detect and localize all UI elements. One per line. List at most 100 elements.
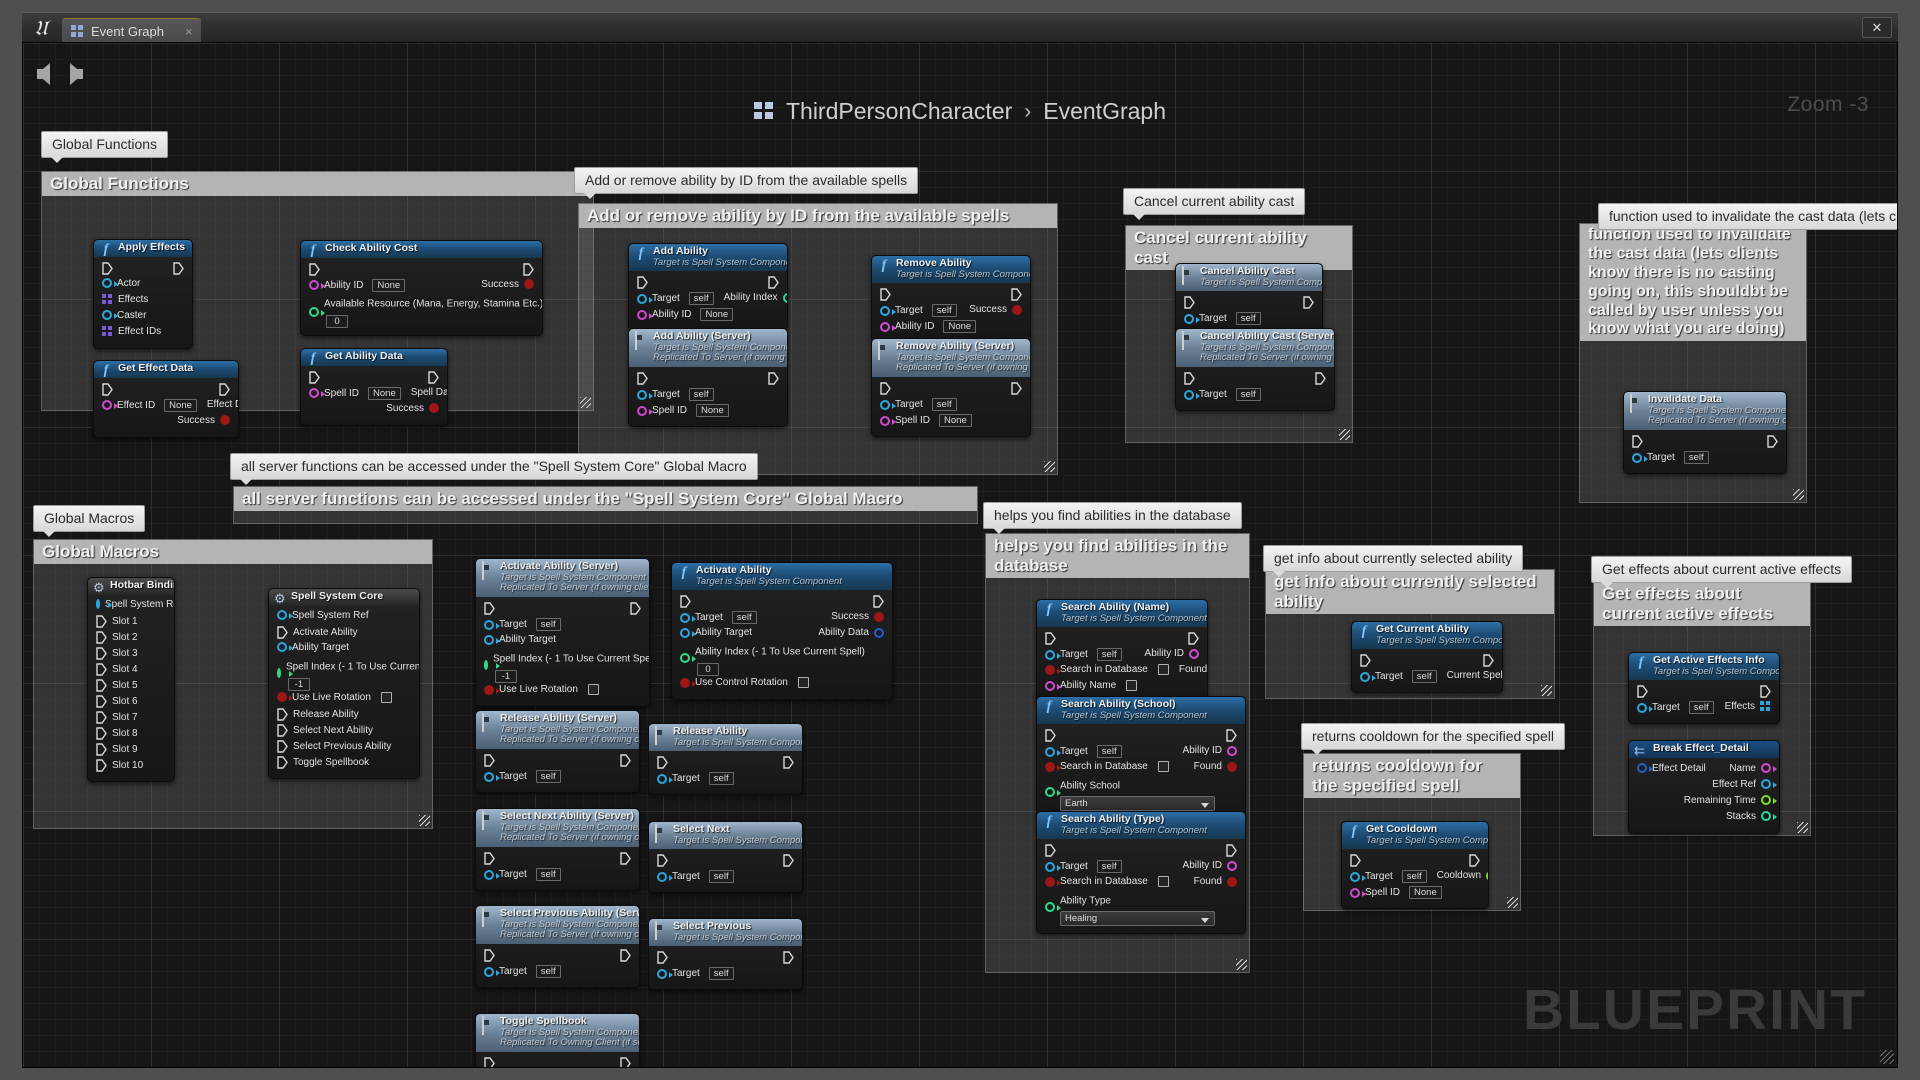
ability-type-pin[interactable] [1045,902,1061,913]
exec-out-pin[interactable] [219,383,230,396]
node-remove-ability[interactable]: f Remove Ability Target is Spell System … [871,255,1031,344]
exec-in-pin[interactable] [1637,685,1648,699]
spell-index-value[interactable]: -1 [288,677,310,691]
caster-pin[interactable] [102,310,118,321]
exec-out-pin[interactable] [1760,685,1771,699]
exec-in-pin[interactable] [102,262,113,275]
effect-ids-array-pin[interactable] [102,325,113,337]
exec-out-pin[interactable] [173,262,184,275]
region-resize-grip[interactable] [1541,685,1552,696]
node-select-next[interactable]: Select Next Target is Spell System Compo… [648,821,803,894]
node-get-current-ability[interactable]: f Get Current Ability Target is Spell Sy… [1351,621,1503,694]
ability-id-value[interactable]: None [372,278,406,292]
target-value[interactable]: self [931,398,957,411]
node-spell-system-core[interactable]: ⚙ Spell System Core Spell System Ref Act… [268,588,420,779]
effect-id-value[interactable]: None [164,398,197,412]
target-pin[interactable] [680,612,696,623]
ability-data-pin[interactable] [874,627,884,638]
search-in-database-checkbox[interactable] [1157,761,1169,773]
exec-in-pin[interactable] [657,756,668,770]
slot-1-exec-pin[interactable] [96,615,107,628]
search-in-database-pin[interactable] [1045,664,1061,675]
exec-out-pin[interactable] [1315,372,1326,385]
spell-id-value[interactable]: None [939,414,972,427]
exec-in-pin[interactable] [102,383,113,396]
ability-name-field[interactable] [1126,680,1138,692]
slot-8-exec-pin[interactable] [96,727,107,740]
spell-system-ref-pin[interactable] [277,610,293,621]
exec-in-pin[interactable] [637,372,648,385]
target-pin[interactable] [880,305,896,316]
target-pin[interactable] [1637,702,1653,713]
exec-in-pin[interactable] [484,1057,495,1067]
target-pin[interactable] [637,389,653,400]
forward-arrow-icon[interactable] [70,63,83,85]
node-break-effect-detail[interactable]: ⇇ Break Effect_Detail Effect Detail Name… [1628,740,1780,834]
effects-array-pin[interactable] [1760,701,1771,712]
target-pin[interactable] [1360,671,1376,682]
graph-canvas[interactable]: ThirdPersonCharacter › EventGraph Zoom -… [22,42,1898,1068]
spell-index-pin[interactable] [277,667,293,678]
search-in-database-pin[interactable] [1045,876,1061,887]
exec-in-pin[interactable] [880,382,891,395]
available-resource-pin[interactable] [309,306,325,317]
node-search-ability-type[interactable]: f Search Ability (Type) Target is Spell … [1036,811,1246,935]
activate-ability-exec-pin[interactable] [277,626,288,639]
use-control-rotation-checkbox[interactable] [797,677,809,689]
exec-in-pin[interactable] [1350,854,1361,868]
region-server-macro[interactable]: all server functions can be accessed und… [233,486,978,524]
target-pin[interactable] [1184,389,1200,400]
exec-out-pin[interactable] [1011,382,1022,395]
target-value[interactable]: self [708,967,734,981]
target-pin[interactable] [1045,746,1061,757]
exec-out-pin[interactable] [1011,288,1022,302]
search-in-database-checkbox[interactable] [1157,876,1169,888]
success-pin[interactable] [874,611,884,622]
canvas-resize-grip[interactable] [1880,1050,1894,1064]
target-value[interactable]: self [535,868,561,881]
ability-type-dropdown[interactable]: Healing [1060,911,1215,927]
slot-6-exec-pin[interactable] [96,695,107,708]
target-pin[interactable] [484,966,500,977]
slot-5-exec-pin[interactable] [96,679,107,692]
search-in-database-pin[interactable] [1045,761,1061,772]
exec-out-pin[interactable] [630,602,641,615]
spell-id-pin[interactable] [1350,887,1366,898]
node-invalidate-data[interactable]: Invalidate Data Target is Spell System C… [1623,391,1787,474]
effect-ref-pin[interactable] [1761,779,1777,790]
ability-id-pin[interactable] [880,321,896,332]
exec-out-pin[interactable] [873,595,884,609]
region-resize-grip[interactable] [1793,489,1804,500]
exec-out-pin[interactable] [1226,729,1237,743]
target-value[interactable]: self [931,304,957,318]
breadcrumb-root[interactable]: ThirdPersonCharacter [786,98,1012,125]
exec-in-pin[interactable] [657,951,668,965]
target-value[interactable]: self [1688,701,1714,715]
back-arrow-icon[interactable] [37,63,50,85]
cooldown-pin[interactable] [1486,870,1488,881]
found-pin[interactable] [1227,876,1237,887]
target-pin[interactable] [484,619,500,630]
tab-event-graph[interactable]: Event Graph × [62,18,201,43]
exec-in-pin[interactable] [680,595,691,609]
found-pin[interactable] [1227,761,1237,772]
exec-out-pin[interactable] [1226,844,1237,858]
target-value[interactable]: self [688,388,714,401]
exec-out-pin[interactable] [1303,296,1314,310]
node-search-ability-name[interactable]: f Search Ability (Name) Target is Spell … [1036,599,1208,704]
release-ability-exec-pin[interactable] [277,708,288,721]
slot-3-exec-pin[interactable] [96,647,107,660]
spell-id-pin[interactable] [880,415,896,426]
region-resize-grip[interactable] [419,815,430,826]
node-get-ability-data[interactable]: f Get Ability Data Spell ID None Spell D… [300,348,448,426]
target-value[interactable]: self [535,770,561,783]
node-add-ability[interactable]: f Add Ability Target is Spell System Com… [628,243,788,332]
use-live-rotation-pin[interactable] [484,684,500,695]
spell-index-pin[interactable] [484,660,500,670]
spell-id-pin[interactable] [637,405,653,416]
exec-in-pin[interactable] [657,854,668,868]
ability-id-pin[interactable] [1189,648,1199,659]
ability-target-pin[interactable] [484,634,500,645]
ability-school-pin[interactable] [1045,787,1061,798]
target-pin[interactable] [484,771,500,782]
